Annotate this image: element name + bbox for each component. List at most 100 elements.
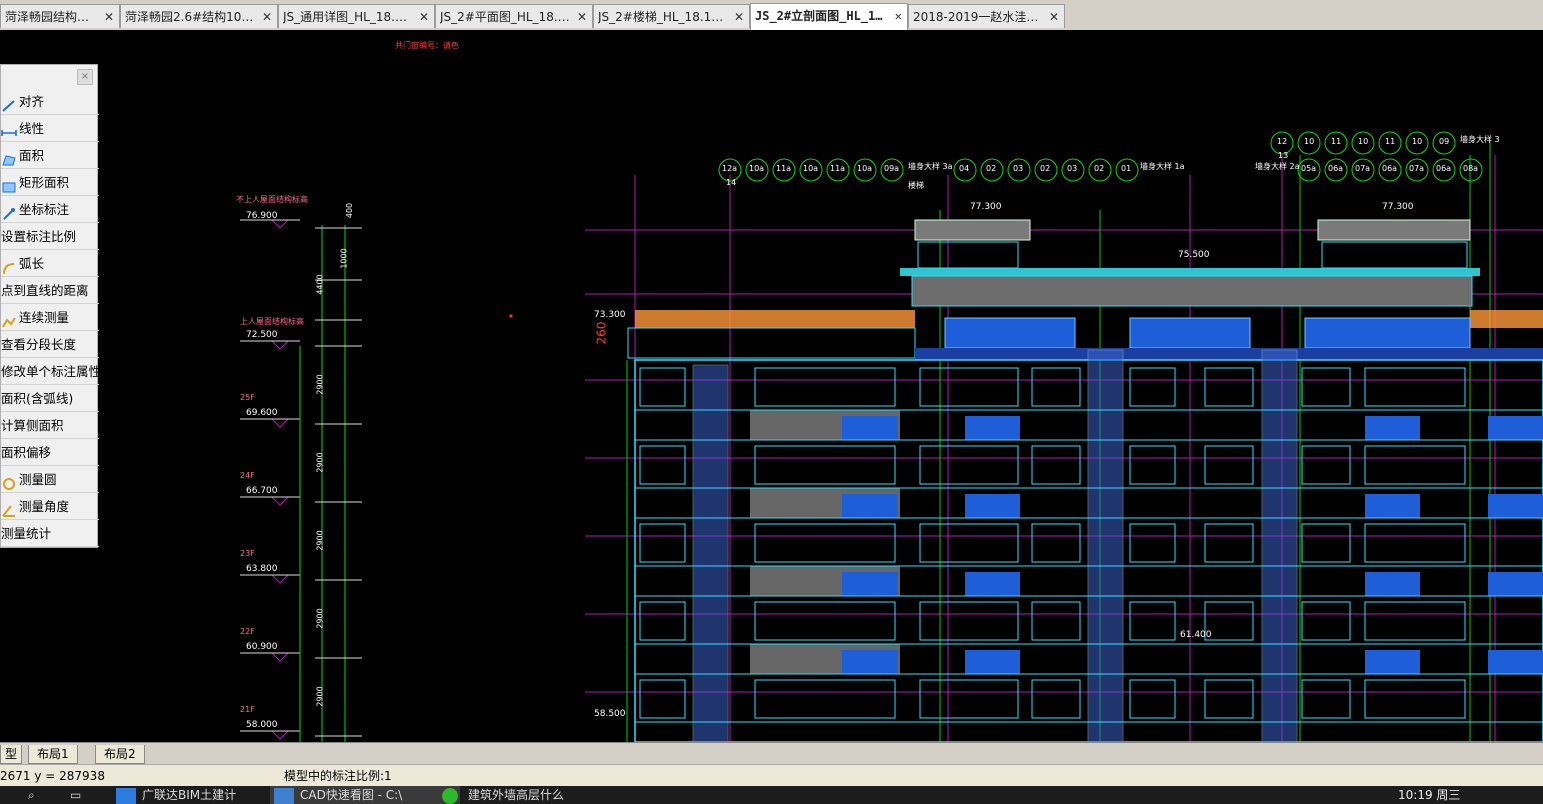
tool-label: 点到直线的距离 <box>1 283 89 298</box>
window-tag: 08a <box>1463 164 1479 173</box>
tool-label: 测量圆 <box>19 472 57 487</box>
doc-tab-1[interactable]: 菏泽畅园2.6#结构101… ✕ <box>120 4 278 28</box>
tool-linear[interactable]: 线性 <box>1 116 99 142</box>
doc-tab-4[interactable]: JS_2#楼梯_HL_18.10.07 ✕ <box>593 4 750 28</box>
doc-tab-active[interactable]: JS_2#立剖面图_HL_18· ✕ <box>750 3 908 30</box>
elevation-floor: 24F <box>240 471 255 480</box>
tool-arc-length[interactable]: 弧长 <box>1 251 99 277</box>
dimension-text: 1000 <box>339 248 349 269</box>
task-label: 建筑外墙高层什么 <box>468 788 565 802</box>
area-icon <box>1 150 17 165</box>
tool-scale[interactable]: 设置标注比例 <box>1 224 99 250</box>
close-icon[interactable]: ✕ <box>104 5 114 28</box>
window-tag: 06a <box>1436 164 1452 173</box>
tool-rect-area[interactable]: 矩形面积 <box>1 170 99 196</box>
tool-label: 坐标标注 <box>19 202 70 217</box>
cursor-coordinates: 2671 y = 287938 <box>0 769 105 783</box>
linear-dimension-icon <box>1 123 17 137</box>
window-tag: 12a <box>722 164 738 173</box>
tool-angle[interactable]: 测量角度 <box>1 494 99 520</box>
wall-detail-note: 墙身大样 2a <box>1255 162 1300 171</box>
elevation-value: 66.700 <box>246 486 278 496</box>
window-tag: 02 <box>1040 164 1051 173</box>
coordinate-icon <box>1 204 17 220</box>
taskbar-app-browser[interactable]: 建筑外墙高层什么 <box>438 786 628 804</box>
continuous-measure-icon <box>1 312 17 327</box>
window-tag: 10a <box>749 164 765 173</box>
browser-icon <box>442 788 458 804</box>
window-tag: 10 <box>1412 137 1423 146</box>
tool-side-area[interactable]: 计算侧面积 <box>1 413 99 439</box>
dimension-text: 2900 <box>315 374 325 395</box>
tool-label: 测量统计 <box>1 526 52 541</box>
window-tag: 10 <box>1304 137 1315 146</box>
dimension-text: 2900 <box>315 530 325 551</box>
doc-tab-6[interactable]: 2018-2019一赵水洼畅… ✕ <box>908 4 1065 28</box>
arc-length-icon <box>1 258 17 274</box>
tab-label: 2018-2019一赵水洼畅… <box>913 10 1042 24</box>
tool-continuous[interactable]: 连续测量 <box>1 305 99 331</box>
wall-detail-note: 墙身大样 3 <box>1460 135 1500 144</box>
tool-area[interactable]: 面积 <box>1 143 99 169</box>
building-level: 77.300 <box>970 202 1002 212</box>
tool-circle[interactable]: 测量圆 <box>1 467 99 493</box>
tab-model[interactable]: 型 <box>0 745 23 764</box>
tool-label: 线性 <box>19 121 45 136</box>
tool-area-offset[interactable]: 面积偏移 <box>1 440 99 466</box>
window-tag: 11a <box>776 164 792 173</box>
doc-tab-3[interactable]: JS_2#平面图_HL_18.1… ✕ <box>435 4 593 28</box>
tab-layout2[interactable]: 布局2 <box>95 745 145 764</box>
building-level: 75.500 <box>1178 250 1210 260</box>
roof-note-occupied: 上人屋面结构标高 <box>240 317 304 326</box>
building-level: 73.300 <box>594 310 626 320</box>
window-tag: 07a <box>1409 164 1425 173</box>
wall-detail-note: 墙身大样 1a <box>1140 162 1185 171</box>
tab-label: 菏泽畅园2.6#结构101… <box>125 10 255 24</box>
close-icon[interactable]: ✕ <box>262 5 272 28</box>
window-tag: 06a <box>1328 164 1344 173</box>
tool-label: 面积 <box>19 148 45 163</box>
tool-segment-length[interactable]: 查看分段长度 <box>1 332 99 358</box>
app-icon <box>116 788 136 804</box>
document-tab-bar: 菏泽畅园结构设… ✕ 菏泽畅园2.6#结构101… ✕ JS_通用详图_HL_18.… <box>0 0 1543 31</box>
tool-coordinate[interactable]: 坐标标注 <box>1 197 99 223</box>
tool-edit-dimension[interactable]: 修改单个标注属性 <box>1 359 99 385</box>
app-icon <box>274 788 294 804</box>
window-tag-sub: 13 <box>1278 151 1289 160</box>
window-tag: 10 <box>1358 137 1369 146</box>
window-tag: 03 <box>1013 164 1024 173</box>
window-tag: 10a <box>803 164 819 173</box>
elevation-floor: 22F <box>240 627 255 636</box>
tool-stats[interactable]: 测量统计 <box>1 521 99 547</box>
window-tag: 01 <box>1121 164 1132 173</box>
close-icon[interactable]: ✕ <box>734 5 744 28</box>
close-icon[interactable]: ✕ <box>419 5 429 28</box>
drawing-canvas[interactable]: 共门窗编号：请色 不上人屋面结构标高 上人屋面结构标高 76.900 72.50… <box>0 30 1543 742</box>
taskbar-app-glodon[interactable]: 广联达BIM土建计 <box>112 786 292 804</box>
tool-align[interactable]: 对齐 <box>1 89 99 115</box>
taskbar-app-cad[interactable]: CAD快速看图 - C:\ <box>270 786 460 804</box>
layout-tab-bar: 型 布局1 布局2 <box>0 742 1543 765</box>
close-icon[interactable]: ✕ <box>895 4 902 28</box>
elevation-value: 72.500 <box>246 330 278 340</box>
close-icon[interactable]: × <box>77 69 93 85</box>
close-icon[interactable]: ✕ <box>1049 5 1059 28</box>
elevation-value: 60.900 <box>246 642 278 652</box>
tool-label: 矩形面积 <box>19 175 70 190</box>
dimension-text: 2900 <box>315 608 325 629</box>
tool-arc-area[interactable]: 面积(含弧线) <box>1 386 99 412</box>
window-tag: 05a <box>1301 164 1317 173</box>
tab-layout1[interactable]: 布局1 <box>28 745 78 764</box>
status-bar: 2671 y = 287938 模型中的标注比例:1 <box>0 764 1543 787</box>
align-dimension-icon <box>1 96 17 112</box>
dimension-text: 4400 <box>315 274 325 295</box>
task-view-icon[interactable]: ▭ <box>70 786 81 804</box>
building-level: 77.300 <box>1382 202 1414 212</box>
search-icon[interactable]: ⌕ <box>28 786 35 804</box>
window-tag: 11a <box>830 164 846 173</box>
close-icon[interactable]: ✕ <box>577 5 587 28</box>
tool-point-line[interactable]: 点到直线的距离 <box>1 278 99 304</box>
doc-tab-0[interactable]: 菏泽畅园结构设… ✕ <box>0 4 120 28</box>
tool-label: 设置标注比例 <box>1 229 77 244</box>
doc-tab-2[interactable]: JS_通用详图_HL_18.1… ✕ <box>278 4 435 28</box>
